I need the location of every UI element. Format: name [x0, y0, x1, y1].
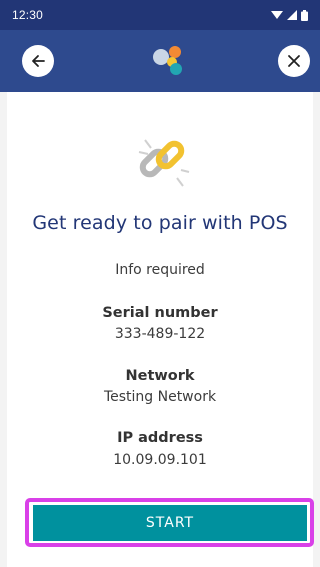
status-bar: 12:30	[0, 0, 320, 30]
arrow-left-icon	[32, 55, 45, 67]
status-icons	[271, 9, 308, 21]
network-label: Network	[125, 368, 195, 384]
start-button[interactable]: START	[33, 505, 307, 541]
chain-link-icon	[138, 139, 190, 187]
ip-address-label: IP address	[117, 430, 203, 446]
app-logo-icon	[153, 46, 182, 75]
network-value: Testing Network	[103, 389, 217, 405]
wifi-icon	[271, 11, 283, 19]
page-title: Get ready to pair with POS	[32, 212, 288, 234]
close-icon	[288, 55, 300, 67]
pair-content: Get ready to pair with POS Info required…	[0, 92, 320, 567]
cellular-icon	[287, 10, 297, 20]
battery-icon	[301, 9, 308, 21]
serial-number-label: Serial number	[102, 305, 218, 321]
app-bar	[0, 30, 320, 92]
close-button[interactable]	[278, 45, 310, 77]
serial-number-value: 333-489-122	[114, 326, 206, 342]
ip-address-value: 10.09.09.101	[113, 452, 207, 468]
info-text: Info required	[115, 262, 205, 278]
back-button[interactable]	[22, 45, 54, 77]
status-time: 12:30	[12, 8, 44, 22]
